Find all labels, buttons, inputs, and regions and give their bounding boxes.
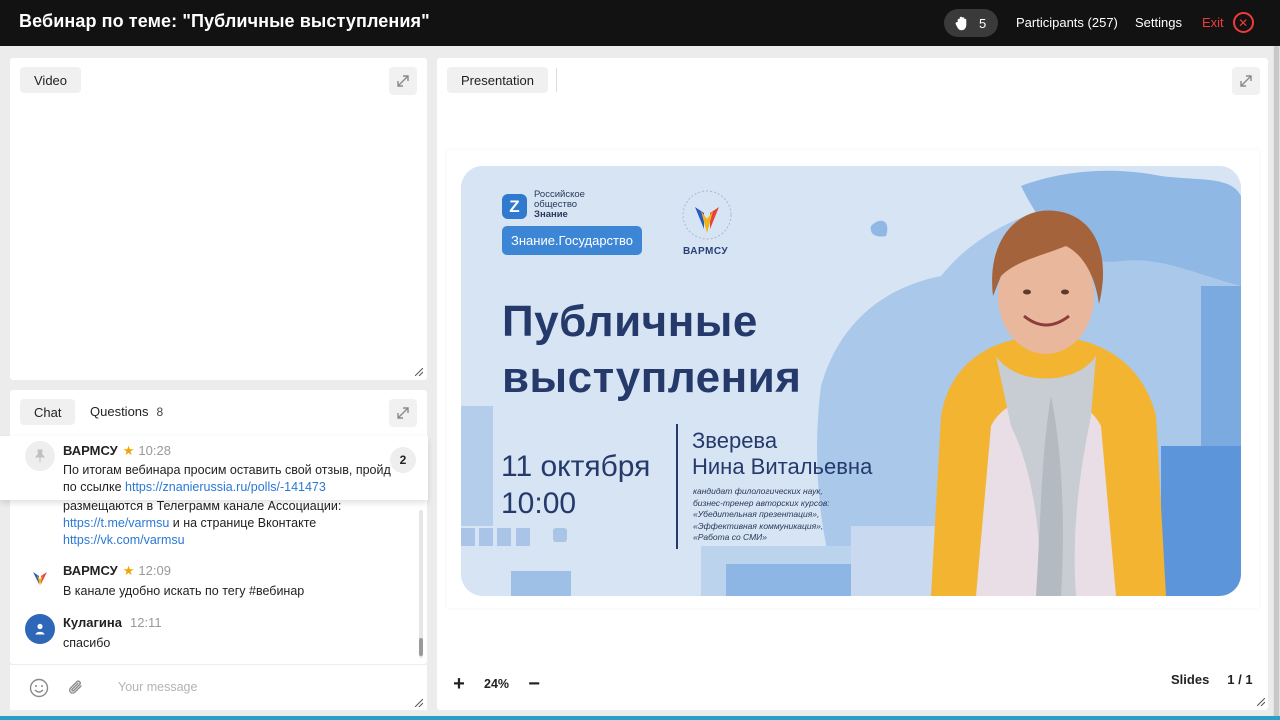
event-time: 10:00 [501,487,577,520]
message-author: ВАРМСУ ★ 10:28 [63,443,171,458]
expand-icon [1240,75,1252,87]
slide-title-line: выступления [502,353,802,402]
presentation-slide: Z Российское общество Знание Знание.Госу… [461,166,1241,596]
participants-link[interactable]: Participants (257) [1016,15,1118,30]
list-item: размещаются в Телеграмм канале Ассоциаци… [10,496,426,548]
speaker-surname: Зверева [692,428,778,453]
video-expand-button[interactable] [389,67,417,95]
tab-video[interactable]: Video [20,67,82,93]
tab-divider [556,68,557,92]
top-bar: Вебинар по теме: "Публичные выступления"… [0,0,1280,46]
video-panel: Video [10,58,427,380]
message-time: 10:28 [138,443,171,458]
user-icon [35,623,45,635]
page-scrollbar-thumb[interactable] [1274,46,1279,720]
chat-composer [10,664,427,710]
message-input[interactable] [118,677,398,697]
message-text: В канале удобно искать по тегу #вебинар [63,584,305,598]
org-name: Российское общество Знание [534,190,585,220]
message-text: размещаются в Телеграмм канале Ассоциаци… [63,499,342,513]
bio-line: бизнес-тренер авторских курсов: [693,497,830,508]
resize-grip-icon[interactable] [1257,698,1265,706]
message-time: 12:09 [138,563,171,578]
chat-message: Кулагина 12:11 спасибо [10,613,426,653]
message-text-prefix: по ссылке [63,480,126,494]
pinned-message: ВАРМСУ ★ 10:28 По итогам вебинара просим о… [0,436,428,500]
message-author: ВАРМСУ ★ 12:09 [63,563,171,578]
event-datetime: 11 октября 10:00 [501,448,650,522]
org-line: Знание [534,209,568,220]
hand-icon [955,16,967,31]
settings-link[interactable]: Settings [1135,15,1182,30]
chat-message: ВАРМСУ ★ 12:09 В канале удобно искать по т… [10,561,426,601]
presentation-expand-button[interactable] [1232,67,1260,95]
pin-icon [25,441,55,471]
zoom-in-button[interactable]: + [452,674,466,694]
message-time: 12:11 [129,615,162,630]
bio-line: «Работа со СМИ» [693,532,767,542]
tab-questions[interactable]: Questions 8 [90,404,163,419]
message-text-line: https://t.me/varmsu и на странице Вконта… [63,515,316,532]
close-icon: ✕ [1232,12,1254,33]
bio-line: «Убедительная презентация», [693,509,820,519]
slides-info: Slides 1 / 1 [1171,672,1253,687]
expand-icon [397,407,409,419]
poll-link[interactable]: https://znanierussia.ru/polls/-141473 [125,480,326,494]
slide-title-line: Публичные [502,297,758,346]
slide-counter: 1 / 1 [1227,672,1253,687]
speaker-name: Зверева Нина Витальевна [692,428,872,480]
program-badge: Знание.Государство [502,226,643,255]
bottom-accent-bar [0,716,1280,720]
resize-grip-icon[interactable] [415,699,423,707]
message-text: спасибо [63,636,111,650]
questions-count-badge: 8 [156,404,164,419]
raised-hands-count: 5 [979,15,987,31]
webinar-title: Вебинар по теме: "Публичные выступления" [19,11,430,31]
slide-title: Публичные выступления [502,294,801,406]
varmsu-logo-icon [33,572,47,586]
slide-divider [676,424,678,549]
chat-expand-button[interactable] [389,399,417,427]
zoom-out-button[interactable]: − [527,674,541,694]
attach-icon[interactable] [65,677,87,699]
raised-hands-button[interactable]: 5 [944,9,998,37]
speaker-photo [931,210,1166,596]
message-link-line: https://vk.com/varmsu [63,532,185,549]
event-date: 11 октября [501,450,651,483]
message-author: Кулагина 12:11 [63,615,162,630]
tab-chat[interactable]: Chat [20,399,76,425]
pin-glyph-icon [34,449,46,462]
tab-questions-label: Questions [90,404,149,419]
varmsu-logo-icon [682,190,732,240]
bio-line: кандидат филологических наук, [693,486,823,496]
emoji-icon[interactable] [28,677,50,699]
message-text-suffix: и на странице Вконтакте [169,516,317,530]
exit-label: Exit [1202,15,1224,30]
exit-button[interactable]: Exit ✕ [1202,12,1254,33]
pinned-count-badge[interactable]: 2 [390,447,416,473]
avatar [25,563,55,593]
message-text: По итогам вебинара просим оставить свой … [63,463,391,477]
message-link[interactable]: https://t.me/varmsu [63,516,169,530]
speaker-bio: кандидат филологических наук, бизнес-тре… [693,486,830,544]
page-scrollbar[interactable] [1273,46,1280,720]
partner-logo-text: ВАРМСУ [683,246,729,257]
tab-presentation[interactable]: Presentation [447,67,548,93]
expand-icon [397,75,409,87]
zoom-controls: + 24% − [452,674,541,694]
resize-grip-icon[interactable] [415,368,423,376]
avatar [25,614,55,644]
star-icon: ★ [122,443,135,458]
bio-line: «Эффективная коммуникация», [693,520,824,531]
message-text-line: по ссылке https://znanierussia.ru/polls/… [63,479,326,496]
zoom-level: 24% [484,677,510,691]
message-link[interactable]: https://vk.com/varmsu [63,533,185,547]
slides-label: Slides [1171,672,1210,687]
star-icon: ★ [122,563,135,578]
speaker-given-name: Нина Витальевна [692,454,873,479]
znanie-logo-icon: Z [502,194,527,219]
